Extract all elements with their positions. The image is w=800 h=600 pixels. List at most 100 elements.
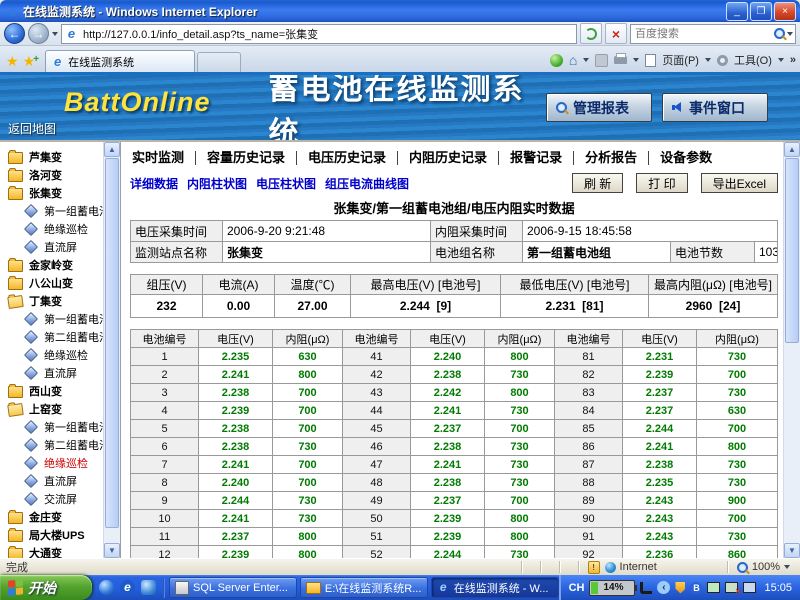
tree-leaf-item[interactable]: 绝缘巡检 <box>0 346 120 364</box>
print-dropdown-icon[interactable] <box>633 58 639 62</box>
computer-icon[interactable] <box>743 582 756 593</box>
scrollbar-thumb[interactable] <box>785 158 799 343</box>
security-shield-icon[interactable] <box>675 582 685 594</box>
scroll-up-icon[interactable]: ▲ <box>104 142 120 157</box>
event-window-button[interactable]: 事件窗口 <box>662 93 768 122</box>
main-tab[interactable]: 内阻历史记录 <box>397 151 498 165</box>
tree-leaf-item[interactable]: 直流屏 <box>0 364 120 382</box>
main-tab[interactable]: 实时监测 <box>130 151 195 165</box>
refresh-data-button[interactable]: 刷 新 <box>572 173 623 193</box>
tree-leaf-item[interactable]: 第二组蓄电池组 <box>0 328 120 346</box>
history-dropdown-icon[interactable] <box>52 32 58 36</box>
favorites-icon[interactable]: ★ <box>6 50 19 72</box>
tray-collapse-chevron[interactable]: ‹ <box>657 581 670 594</box>
start-button[interactable]: 开始 <box>0 575 92 600</box>
folder-icon <box>8 152 23 164</box>
internet-explorer-launch-icon[interactable]: e <box>120 580 135 595</box>
tree-leaf-item[interactable]: 直流屏 <box>0 238 120 256</box>
search-input[interactable] <box>633 27 772 41</box>
taskbar-task[interactable]: E:\在线监测系统R... <box>300 577 428 598</box>
back-to-map-link[interactable]: 返回地图 <box>8 120 56 137</box>
network-activity-icon[interactable] <box>707 582 720 593</box>
power-plug-icon[interactable] <box>640 582 652 594</box>
url-input[interactable] <box>81 27 573 41</box>
tree-leaf-item[interactable]: 第一组蓄电池组 <box>0 202 120 220</box>
language-indicator[interactable]: CH <box>569 582 585 594</box>
page-menu-label[interactable]: 页面(P) <box>662 52 699 68</box>
minimize-button[interactable]: _ <box>726 2 748 21</box>
scroll-down-icon[interactable]: ▼ <box>104 543 120 558</box>
show-desktop-icon[interactable] <box>141 580 156 595</box>
search-icon[interactable] <box>774 28 785 39</box>
browser-tab[interactable]: e 在线监测系统 <box>45 50 195 72</box>
tree-leaf-item[interactable]: 第一组蓄电池组 <box>0 418 120 436</box>
home-icon[interactable]: ⌂ <box>569 53 577 67</box>
home-dropdown-icon[interactable] <box>583 58 589 62</box>
tree-folder-item[interactable]: 上窑变 <box>0 400 120 418</box>
main-tab[interactable]: 报警记录 <box>498 151 573 165</box>
tools-menu-label[interactable]: 工具(O) <box>734 52 772 68</box>
tree-folder-item[interactable]: 局大楼UPS <box>0 526 120 544</box>
tree-leaf-item[interactable]: 绝缘巡检 <box>0 220 120 238</box>
main-tab[interactable]: 电压历史记录 <box>296 151 397 165</box>
scroll-down-icon[interactable]: ▼ <box>784 543 800 558</box>
taskbar-task[interactable]: SQL Server Enter... <box>169 577 297 598</box>
print-icon[interactable] <box>614 56 627 64</box>
report-button[interactable]: 管理报表 <box>546 93 652 122</box>
new-tab-stub[interactable] <box>197 52 241 72</box>
main-tab[interactable]: 分析报告 <box>573 151 648 165</box>
tree-folder-item[interactable]: 大通变 <box>0 544 120 558</box>
tree-leaf-item[interactable]: 第一组蓄电池组 <box>0 310 120 328</box>
rss-icon[interactable] <box>595 54 608 67</box>
tree-folder-item[interactable]: 洛河变 <box>0 166 120 184</box>
export-excel-button[interactable]: 导出Excel <box>701 173 778 193</box>
resistance-cell: 730 <box>485 546 555 559</box>
main-tab[interactable]: 设备参数 <box>648 151 723 165</box>
tree-item-label: 金家岭变 <box>29 257 73 273</box>
network-disconnected-icon[interactable] <box>725 582 738 593</box>
tree-leaf-item[interactable]: 直流屏 <box>0 472 120 490</box>
scroll-up-icon[interactable]: ▲ <box>784 142 800 157</box>
tree-leaf-item[interactable]: 第二组蓄电池组 <box>0 436 120 454</box>
tools-gear-icon[interactable] <box>717 55 728 66</box>
zoom-dropdown-icon[interactable] <box>784 565 790 569</box>
taskbar-task[interactable]: e在线监测系统 - W... <box>431 577 559 598</box>
maximize-button[interactable]: ❐ <box>750 2 772 21</box>
page-dropdown-icon[interactable] <box>705 58 711 62</box>
tree-folder-item[interactable]: 张集变 <box>0 184 120 202</box>
add-favorite-icon[interactable]: ★ <box>23 50 36 72</box>
main-tab[interactable]: 容量历史记录 <box>195 151 296 165</box>
search-options-dropdown-icon[interactable] <box>787 32 793 36</box>
view-link[interactable]: 详细数据 <box>130 175 178 192</box>
tree-folder-item[interactable]: 芦集变 <box>0 148 120 166</box>
battery-meter[interactable]: 14% <box>589 580 635 596</box>
zoom-control[interactable]: 100% <box>737 561 800 573</box>
bluetooth-icon[interactable]: B <box>690 582 702 594</box>
scrollbar-thumb[interactable] <box>105 158 119 528</box>
go-orb-icon[interactable] <box>550 54 563 67</box>
tools-dropdown-icon[interactable] <box>778 58 784 62</box>
refresh-button[interactable] <box>580 23 602 44</box>
page-menu-icon[interactable] <box>645 54 656 67</box>
stop-button[interactable]: × <box>605 23 627 44</box>
tree-folder-item[interactable]: 丁集变 <box>0 292 120 310</box>
close-button[interactable]: × <box>774 2 796 21</box>
tree-folder-item[interactable]: 西山变 <box>0 382 120 400</box>
battery-number-cell: 44 <box>343 402 411 420</box>
internet-explorer-icon: e <box>6 5 19 18</box>
tree-folder-item[interactable]: 八公山变 <box>0 274 120 292</box>
view-link[interactable]: 内阻柱状图 <box>187 175 247 192</box>
view-link[interactable]: 组压电流曲线图 <box>325 175 409 192</box>
print-button[interactable]: 打 印 <box>636 173 687 193</box>
tree-folder-item[interactable]: 金家岭变 <box>0 256 120 274</box>
tree-folder-item[interactable]: 金庄变 <box>0 508 120 526</box>
back-button[interactable]: ← <box>4 23 25 44</box>
tree-leaf-item[interactable]: 交流屏 <box>0 490 120 508</box>
toolbar-overflow-chevron[interactable]: » <box>790 54 796 66</box>
content-scrollbar[interactable]: ▲ ▼ <box>783 142 800 558</box>
sidebar-scrollbar[interactable]: ▲ ▼ <box>103 142 120 558</box>
view-link[interactable]: 电压柱状图 <box>256 175 316 192</box>
forward-button[interactable]: → <box>28 23 49 44</box>
tree-leaf-item[interactable]: 绝缘巡检 <box>0 454 120 472</box>
media-player-icon[interactable] <box>99 580 114 595</box>
